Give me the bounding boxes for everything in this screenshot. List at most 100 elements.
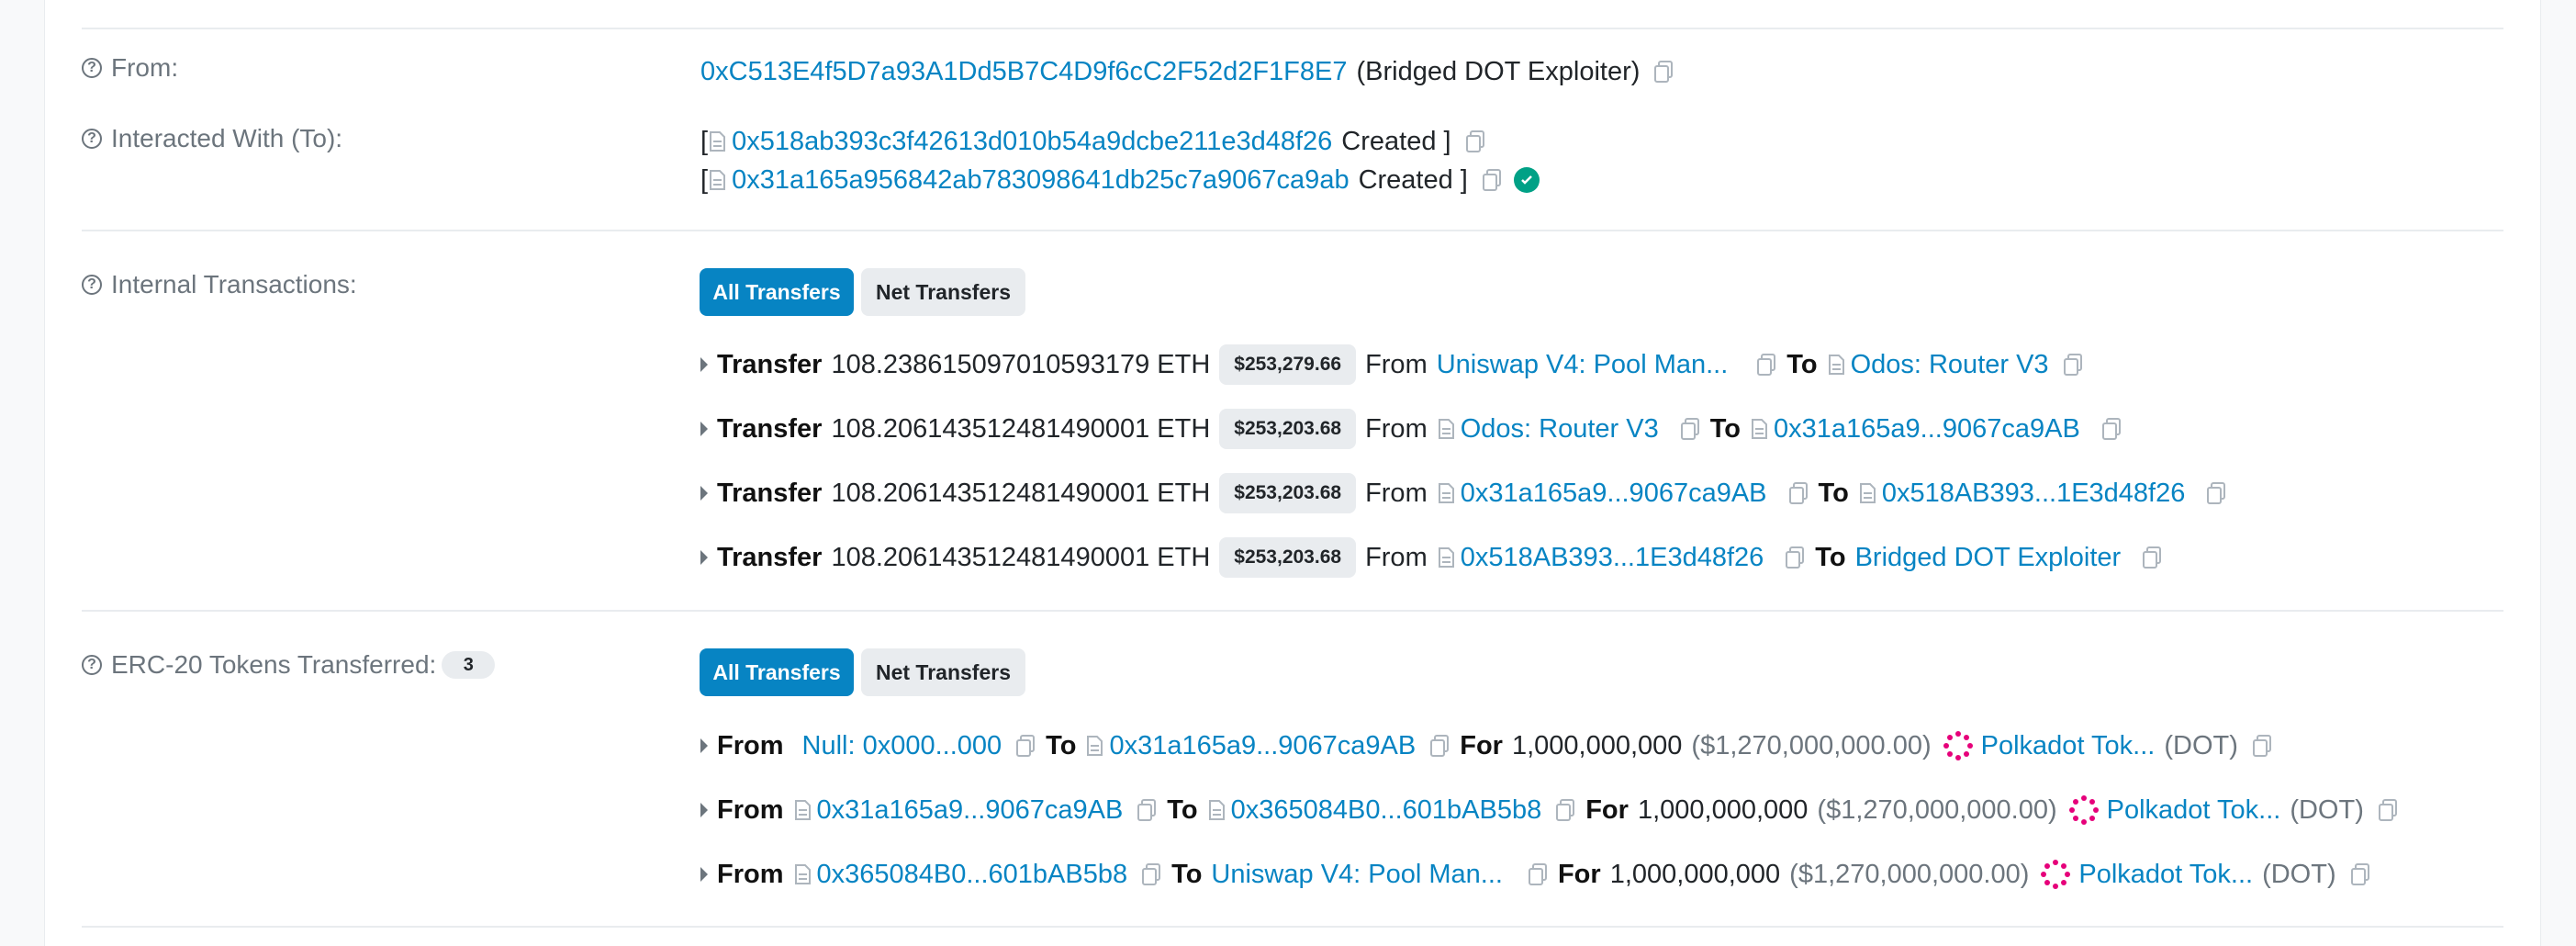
token-name-link[interactable]: Polkadot Tok... [2078, 860, 2253, 890]
caret-right-icon[interactable] [700, 803, 708, 817]
all-transfers-button[interactable]: All Transfers [700, 268, 854, 316]
token-amount: 1,000,000,000 [1511, 730, 1683, 760]
to-address-link[interactable]: 0x31a165a9...9067ca9AB [1109, 731, 1416, 761]
usd-value-badge: $253,203.68 [1219, 473, 1357, 513]
token-transfer-row[interactable]: From 0x365084B0...601bAB5b8 To Uniswap V… [700, 856, 2371, 893]
from-address-link[interactable]: 0x31a165a9...9067ca9AB [817, 795, 1124, 826]
contract-doc-icon [1859, 483, 1876, 503]
copy-icon[interactable] [2205, 481, 2227, 505]
question-circle-icon[interactable]: ? [82, 655, 102, 675]
to-address-link[interactable]: Odos: Router V3 [1851, 350, 2049, 380]
to-address-link[interactable]: 0x365084B0...601bAB5b8 [1231, 795, 1542, 826]
from-address-link[interactable]: 0x31a165a9...9067ca9AB [1461, 479, 1767, 509]
net-transfers-button[interactable]: Net Transfers [861, 268, 1025, 316]
net-transfers-button[interactable]: Net Transfers [861, 648, 1025, 696]
contract-doc-icon [1752, 419, 1768, 439]
copy-icon[interactable] [2100, 417, 2122, 441]
polkadot-token-icon [2068, 795, 2099, 825]
internal-transfer-row[interactable]: Transfer 108.238615097010593179 ETH $253… [700, 344, 2084, 385]
contract-doc-icon [1438, 547, 1454, 568]
divider [82, 230, 2503, 231]
copy-icon[interactable] [1481, 168, 1503, 192]
copy-icon[interactable] [1428, 734, 1450, 758]
internal-transfer-row[interactable]: Transfer 108.206143512481490001 ETH $253… [700, 473, 2227, 513]
token-symbol: (DOT) [2262, 859, 2336, 889]
divider [82, 610, 2503, 612]
from-address-link[interactable]: Null: 0x000...000 [802, 731, 1002, 761]
internal-transfer-row[interactable]: Transfer 108.206143512481490001 ETH $253… [700, 409, 2122, 449]
contract-doc-icon [1087, 736, 1103, 756]
copy-icon[interactable] [2062, 353, 2084, 377]
copy-icon[interactable] [1136, 798, 1158, 822]
copy-icon[interactable] [1679, 417, 1701, 441]
copy-icon[interactable] [1527, 862, 1549, 886]
interacted-row-1: [ 0x518ab393c3f42613d010b54a9dcbe211e3d4… [700, 123, 1486, 160]
copy-icon[interactable] [1464, 130, 1486, 153]
copy-icon[interactable] [1554, 798, 1576, 822]
copy-icon[interactable] [1140, 862, 1162, 886]
token-usd-value: ($1,270,000,000.00) [1691, 730, 1932, 760]
erc20-label: ? ERC-20 Tokens Transferred: 3 [82, 650, 496, 680]
token-transfer-row[interactable]: From Null: 0x000...000 To 0x31a165a9...9… [700, 727, 2273, 764]
interacted-with-label: ? Interacted With (To): [82, 124, 342, 153]
to-address-link[interactable]: Bridged DOT Exploiter [1855, 543, 2122, 573]
caret-right-icon[interactable] [700, 357, 708, 372]
token-symbol: (DOT) [2290, 794, 2364, 825]
token-symbol: (DOT) [2164, 730, 2238, 760]
token-usd-value: ($1,270,000,000.00) [1789, 859, 2030, 889]
copy-icon[interactable] [2141, 546, 2163, 569]
caret-right-icon[interactable] [700, 486, 708, 501]
caret-right-icon[interactable] [700, 550, 708, 565]
token-transfer-row[interactable]: From 0x31a165a9...9067ca9AB To 0x365084B… [700, 792, 2399, 828]
transfer-amount: 108.238615097010593179 ETH [831, 349, 1211, 379]
internal-transactions-label: ? Internal Transactions: [82, 270, 357, 299]
token-name-link[interactable]: Polkadot Tok... [1981, 731, 2156, 761]
all-transfers-button[interactable]: All Transfers [700, 648, 854, 696]
copy-icon[interactable] [1755, 353, 1777, 377]
from-name-tag: (Bridged DOT Exploiter) [1356, 56, 1641, 86]
copy-icon[interactable] [2251, 734, 2273, 758]
contract-doc-icon [710, 170, 726, 190]
copy-icon[interactable] [2377, 798, 2399, 822]
question-circle-icon[interactable]: ? [82, 58, 102, 78]
caret-right-icon[interactable] [700, 738, 708, 753]
token-amount: 1,000,000,000 [1609, 859, 1781, 889]
erc20-count-badge: 3 [442, 651, 496, 679]
transfer-amount: 108.206143512481490001 ETH [831, 542, 1211, 572]
copy-icon[interactable] [1652, 60, 1674, 84]
from-label: ? From: [82, 53, 178, 83]
transfer-amount: 108.206143512481490001 ETH [831, 413, 1211, 444]
caret-right-icon[interactable] [700, 867, 708, 882]
internal-transfer-row[interactable]: Transfer 108.206143512481490001 ETH $253… [700, 537, 2163, 578]
contract-doc-icon [1438, 483, 1454, 503]
caret-right-icon[interactable] [700, 422, 708, 436]
usd-value-badge: $253,203.68 [1219, 537, 1357, 578]
created-status: Created ] [1358, 164, 1468, 195]
to-address-link[interactable]: 0x518AB393...1E3d48f26 [1882, 479, 2186, 509]
copy-icon[interactable] [1784, 546, 1806, 569]
divider [82, 28, 2503, 29]
contract-doc-icon [1828, 355, 1844, 375]
divider [82, 926, 2503, 928]
copy-icon[interactable] [1014, 734, 1036, 758]
token-amount: 1,000,000,000 [1637, 794, 1809, 825]
copy-icon[interactable] [1787, 481, 1809, 505]
copy-icon[interactable] [2349, 862, 2371, 886]
polkadot-token-icon [1943, 731, 1973, 760]
question-circle-icon[interactable]: ? [82, 275, 102, 295]
from-address-link[interactable]: 0xC513E4f5D7a93A1Dd5B7C4D9f6cC2F52d2F1F8… [700, 57, 1348, 87]
contract-address-link[interactable]: 0x518ab393c3f42613d010b54a9dcbe211e3d48f… [732, 127, 1332, 157]
transaction-details-card: ? From: 0xC513E4f5D7a93A1Dd5B7C4D9f6cC2F… [44, 0, 2541, 946]
to-address-link[interactable]: Uniswap V4: Pool Man... [1211, 860, 1503, 890]
from-address-link[interactable]: 0x365084B0...601bAB5b8 [817, 860, 1128, 890]
to-address-link[interactable]: 0x31a165a9...9067ca9AB [1774, 414, 2080, 445]
token-name-link[interactable]: Polkadot Tok... [2107, 795, 2281, 826]
interacted-row-2: [ 0x31a165a956842ab783098641db25c7a9067c… [700, 162, 1540, 198]
from-address-link[interactable]: Odos: Router V3 [1461, 414, 1659, 445]
from-address-link[interactable]: 0x518AB393...1E3d48f26 [1461, 543, 1764, 573]
question-circle-icon[interactable]: ? [82, 129, 102, 149]
usd-value-badge: $253,203.68 [1219, 409, 1357, 449]
polkadot-token-icon [2041, 860, 2071, 889]
from-address-link[interactable]: Uniswap V4: Pool Man... [1437, 350, 1729, 380]
contract-address-link[interactable]: 0x31a165a956842ab783098641db25c7a9067ca9… [732, 165, 1350, 196]
